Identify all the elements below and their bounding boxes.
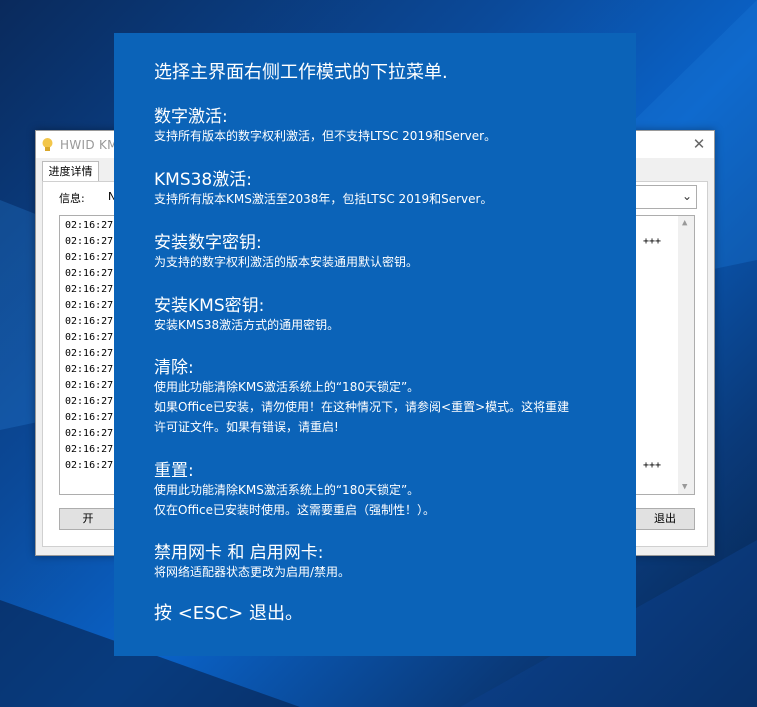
section-heading: 安装KMS密钥: bbox=[154, 296, 265, 316]
log-scrollbar[interactable]: ▲ ▼ bbox=[678, 216, 694, 494]
close-icon[interactable]: ✕ bbox=[690, 135, 708, 153]
section-description: 为支持的数字权利激活的版本安装通用默认密钥。 bbox=[154, 255, 419, 269]
section-heading: KMS38激活: bbox=[154, 170, 252, 190]
exit-button[interactable]: 退出 bbox=[635, 508, 695, 530]
tab-progress-details[interactable]: 进度详情 bbox=[42, 161, 99, 182]
scroll-up-icon[interactable]: ▲ bbox=[682, 218, 687, 228]
info-label: 信息: bbox=[59, 192, 85, 205]
log-line-tail: +++ bbox=[642, 236, 661, 247]
section-description: 仅在Office已安装时使用。这需要重启（强制性！）。 bbox=[154, 503, 436, 517]
start-button[interactable]: 开 bbox=[59, 508, 117, 530]
help-title: 选择主界面右侧工作模式的下拉菜单. bbox=[154, 62, 448, 83]
mode-dropdown[interactable]: ⌄ bbox=[635, 185, 697, 209]
section-description: 支持所有版本的数字权利激活，但不支持LTSC 2019和Server。 bbox=[154, 129, 497, 143]
section-description: 使用此功能清除KMS激活系统上的“180天锁定”。 bbox=[154, 380, 420, 394]
section-heading: 禁用网卡 和 启用网卡: bbox=[154, 543, 324, 563]
section-description: 将网络适配器状态更改为启用/禁用。 bbox=[154, 565, 351, 579]
section-description: 支持所有版本KMS激活至2038年，包括LTSC 2019和Server。 bbox=[154, 192, 493, 206]
help-overlay: 选择主界面右侧工作模式的下拉菜单. 数字激活: 支持所有版本的数字权利激活，但不支持… bbox=[114, 33, 636, 656]
chevron-down-icon: ⌄ bbox=[681, 189, 692, 203]
lightbulb-icon bbox=[42, 137, 53, 151]
section-heading: 清除: bbox=[154, 358, 194, 378]
scroll-down-icon[interactable]: ▼ bbox=[682, 482, 687, 492]
section-heading: 数字激活: bbox=[154, 107, 228, 127]
section-description: 使用此功能清除KMS激活系统上的“180天锁定”。 bbox=[154, 483, 420, 497]
help-footer: 按 <ESC> 退出。 bbox=[154, 603, 303, 624]
section-heading: 重置: bbox=[154, 461, 194, 481]
section-description: 安装KMS38激活方式的通用密钥。 bbox=[154, 318, 340, 332]
section-description: 如果Office已安装，请勿使用！在这种情况下，请参阅<重置>模式。这将重建 bbox=[154, 400, 570, 414]
section-description: 许可证文件。如果有错误，请重启! bbox=[154, 420, 339, 434]
section-heading: 安装数字密钥: bbox=[154, 233, 262, 253]
log-line-tail: +++ bbox=[642, 460, 661, 471]
